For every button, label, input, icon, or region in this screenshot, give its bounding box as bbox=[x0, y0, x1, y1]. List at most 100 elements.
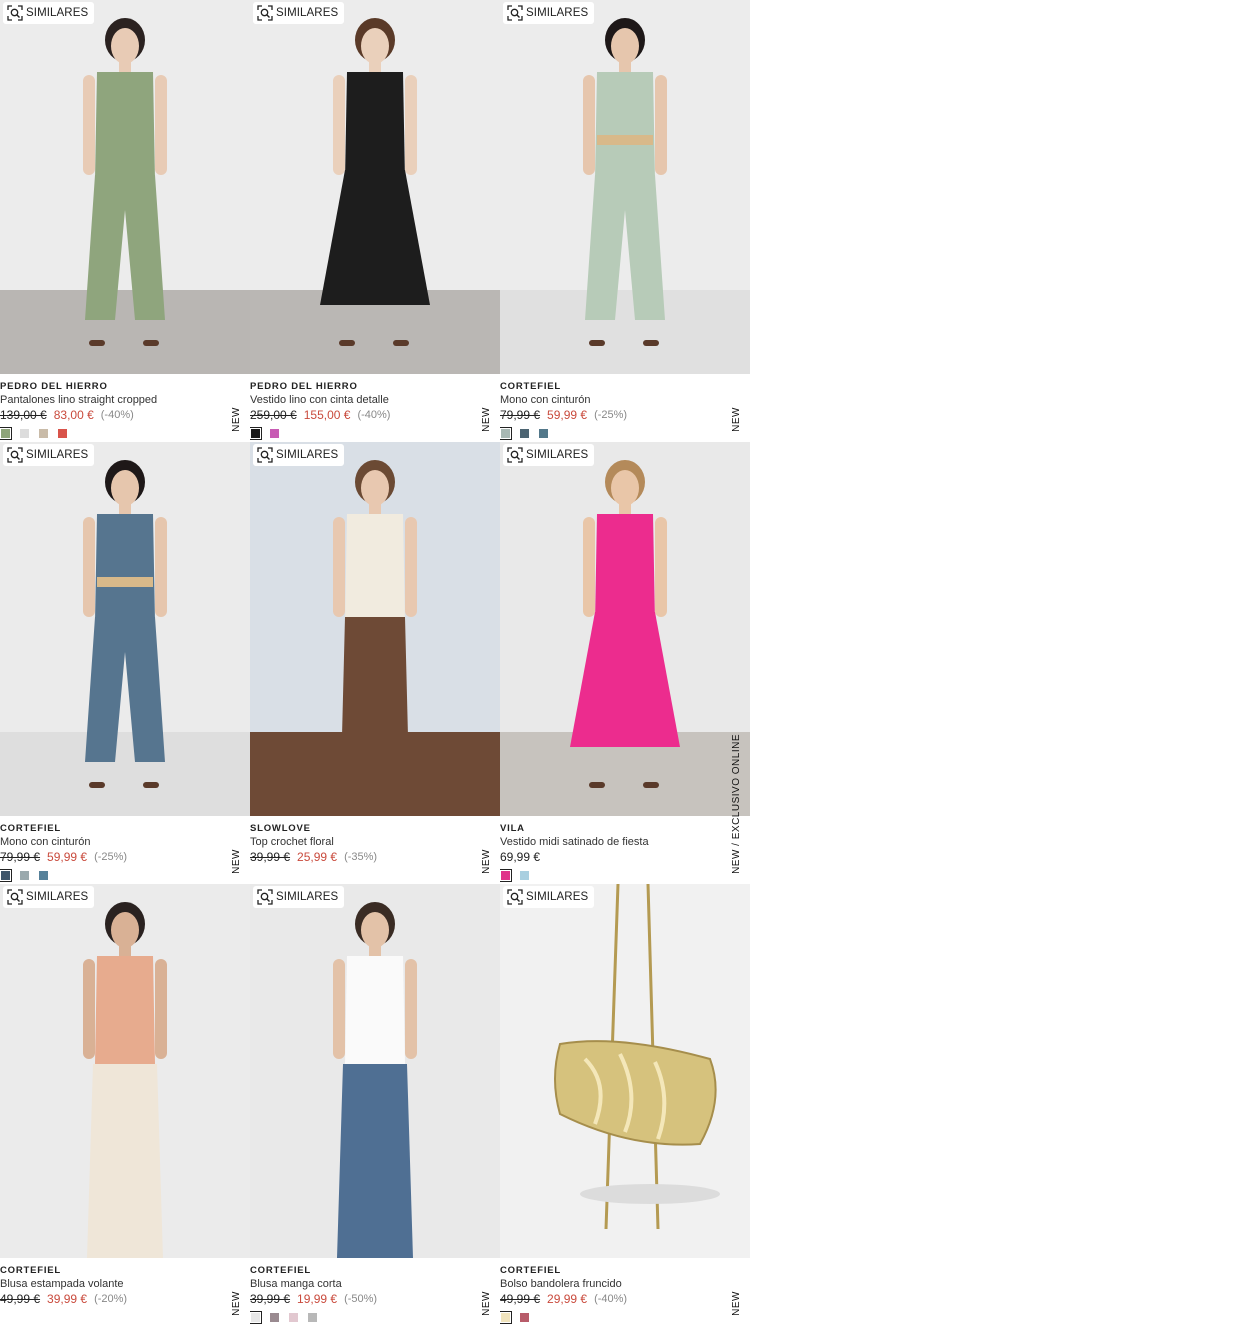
product-card[interactable]: SIMILARES NEW SLOWLOVE Top crochet floral 39… bbox=[250, 442, 500, 884]
product-image[interactable] bbox=[500, 442, 750, 816]
product-card[interactable]: SIMILARES NEW CORTEFIEL Blusa estampada vol… bbox=[0, 884, 250, 1326]
product-prices: 259,00 € 155,00 € (-40%) bbox=[250, 407, 500, 423]
discount-badge: (-40%) bbox=[100, 409, 134, 421]
product-brand: CORTEFIEL bbox=[500, 1265, 562, 1276]
product-photo bbox=[0, 442, 250, 816]
product-card[interactable]: SIMILARES NEW CORTEFIEL Mono con cinturón 79… bbox=[500, 0, 750, 442]
product-card[interactable]: SIMILARES NEW / EXCLUSIVO ONLINE VILA Vesti… bbox=[500, 442, 750, 884]
similares-button[interactable]: SIMILARES bbox=[253, 886, 345, 908]
color-swatch[interactable] bbox=[0, 427, 12, 440]
product-card[interactable]: SIMILARES NEW CORTEFIEL Bolso bandolera fru… bbox=[500, 884, 750, 1326]
color-swatches bbox=[250, 1311, 500, 1324]
color-swatch[interactable] bbox=[0, 869, 12, 882]
color-swatch[interactable] bbox=[500, 1311, 512, 1324]
product-photo bbox=[250, 442, 500, 816]
similares-button[interactable]: SIMILARES bbox=[503, 886, 595, 908]
product-card[interactable]: SIMILARES NEW CORTEFIEL Blusa manga corta 39… bbox=[250, 884, 500, 1326]
color-swatch[interactable] bbox=[500, 869, 512, 882]
color-swatch[interactable] bbox=[500, 427, 512, 440]
color-swatch[interactable] bbox=[520, 871, 529, 880]
price: 69,99 € bbox=[500, 850, 541, 864]
similares-label: SIMILARES bbox=[276, 7, 339, 19]
similares-label: SIMILARES bbox=[526, 891, 589, 903]
color-swatch[interactable] bbox=[539, 429, 548, 438]
product-prices: 139,00 € 83,00 € (-40%) bbox=[0, 407, 250, 423]
product-info: CORTEFIEL Mono con cinturón 79,99 € 59,99 €… bbox=[500, 380, 750, 440]
product-card[interactable]: SIMILARES NEW PEDRO DEL HIERRO Pantalones l… bbox=[0, 0, 250, 442]
product-photo bbox=[0, 884, 250, 1258]
product-photo bbox=[500, 0, 750, 374]
color-swatch[interactable] bbox=[250, 427, 262, 440]
discount-badge: (-25%) bbox=[94, 851, 128, 863]
color-swatch[interactable] bbox=[20, 871, 29, 880]
similares-button[interactable]: SIMILARES bbox=[503, 444, 595, 466]
product-brand: SLOWLOVE bbox=[250, 823, 311, 834]
product-name[interactable]: Blusa manga corta bbox=[250, 1277, 500, 1291]
product-name[interactable]: Mono con cinturón bbox=[0, 835, 250, 849]
original-price: 79,99 € bbox=[0, 850, 41, 864]
sale-price: 59,99 € bbox=[47, 850, 88, 864]
product-prices: 69,99 € bbox=[500, 849, 750, 865]
product-image[interactable] bbox=[250, 0, 500, 374]
product-info: PEDRO DEL HIERRO Vestido lino con cinta d… bbox=[250, 380, 500, 440]
product-image[interactable] bbox=[0, 442, 250, 816]
similares-button[interactable]: SIMILARES bbox=[3, 444, 95, 466]
product-image[interactable] bbox=[0, 884, 250, 1258]
sale-price: 29,99 € bbox=[547, 1292, 588, 1306]
original-price: 49,99 € bbox=[0, 1292, 41, 1306]
product-name[interactable]: Blusa estampada volante bbox=[0, 1277, 250, 1291]
color-swatch[interactable] bbox=[520, 1313, 529, 1322]
color-swatch[interactable] bbox=[20, 429, 29, 438]
similares-button[interactable]: SIMILARES bbox=[253, 444, 345, 466]
similares-button[interactable]: SIMILARES bbox=[253, 2, 345, 24]
product-name[interactable]: Pantalones lino straight cropped bbox=[0, 393, 250, 407]
color-swatch[interactable] bbox=[39, 871, 48, 880]
product-name[interactable]: Vestido lino con cinta detalle bbox=[250, 393, 500, 407]
product-image[interactable] bbox=[250, 884, 500, 1258]
similares-button[interactable]: SIMILARES bbox=[503, 2, 595, 24]
product-info: PEDRO DEL HIERRO Pantalones lino straight… bbox=[0, 380, 250, 440]
color-swatch[interactable] bbox=[308, 1313, 317, 1322]
product-info: CORTEFIEL Mono con cinturón 79,99 € 59,99 €… bbox=[0, 822, 250, 882]
color-swatches bbox=[500, 427, 750, 440]
product-photo bbox=[500, 884, 750, 1258]
product-name[interactable]: Mono con cinturón bbox=[500, 393, 750, 407]
product-card[interactable]: SIMILARES NEW PEDRO DEL HIERRO Vestido lino… bbox=[250, 0, 500, 442]
sale-price: 19,99 € bbox=[297, 1292, 338, 1306]
visual-search-icon bbox=[7, 5, 23, 21]
visual-search-icon bbox=[257, 889, 273, 905]
similares-button[interactable]: SIMILARES bbox=[3, 886, 95, 908]
visual-search-icon bbox=[7, 447, 23, 463]
product-prices: 49,99 € 39,99 € (-20%) bbox=[0, 1291, 250, 1307]
product-info: VILA Vestido midi satinado de fiesta 69,99… bbox=[500, 822, 750, 882]
product-info: CORTEFIEL Blusa estampada volante 49,99 € 3… bbox=[0, 1264, 250, 1307]
product-brand: PEDRO DEL HIERRO bbox=[250, 381, 358, 392]
color-swatches bbox=[0, 869, 250, 882]
color-swatches bbox=[500, 869, 750, 882]
color-swatch[interactable] bbox=[520, 429, 529, 438]
product-name[interactable]: Bolso bandolera fruncido bbox=[500, 1277, 750, 1291]
product-grid: SIMILARES NEW PEDRO DEL HIERRO Pantalones l… bbox=[0, 0, 750, 1326]
product-prices: 49,99 € 29,99 € (-40%) bbox=[500, 1291, 750, 1307]
similares-button[interactable]: SIMILARES bbox=[3, 2, 95, 24]
color-swatch[interactable] bbox=[270, 1313, 279, 1322]
product-image[interactable] bbox=[500, 0, 750, 374]
color-swatch[interactable] bbox=[270, 429, 279, 438]
color-swatch[interactable] bbox=[39, 429, 48, 438]
discount-badge: (-25%) bbox=[594, 409, 628, 421]
product-card[interactable]: SIMILARES NEW CORTEFIEL Mono con cinturón 79… bbox=[0, 442, 250, 884]
visual-search-icon bbox=[257, 5, 273, 21]
product-name[interactable]: Top crochet floral bbox=[250, 835, 500, 849]
product-image[interactable] bbox=[500, 884, 750, 1258]
color-swatch[interactable] bbox=[289, 1313, 298, 1322]
similares-label: SIMILARES bbox=[276, 891, 339, 903]
product-name[interactable]: Vestido midi satinado de fiesta bbox=[500, 835, 750, 849]
product-prices: 79,99 € 59,99 € (-25%) bbox=[0, 849, 250, 865]
product-image[interactable] bbox=[250, 442, 500, 816]
color-swatch[interactable] bbox=[250, 1311, 262, 1324]
similares-label: SIMILARES bbox=[276, 449, 339, 461]
product-brand: VILA bbox=[500, 823, 525, 834]
product-prices: 39,99 € 19,99 € (-50%) bbox=[250, 1291, 500, 1307]
product-image[interactable] bbox=[0, 0, 250, 374]
color-swatch[interactable] bbox=[58, 429, 67, 438]
